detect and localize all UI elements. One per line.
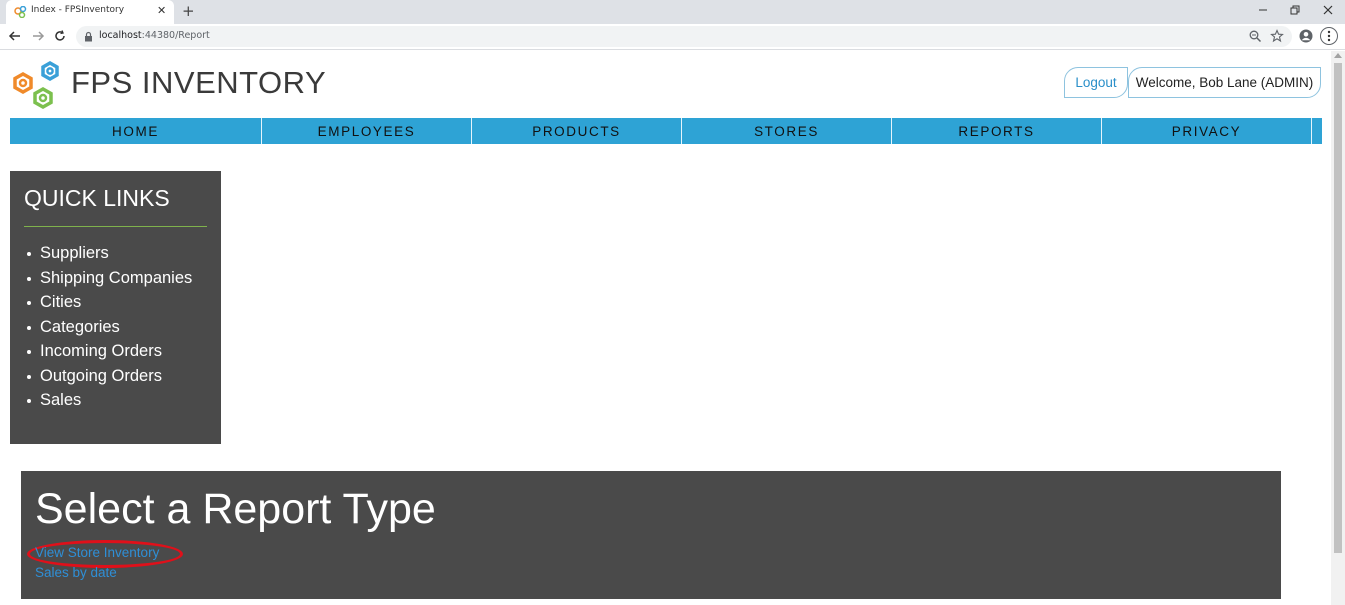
quick-link-label[interactable]: Outgoing Orders — [40, 367, 162, 385]
browser-toolbar: localhost:44380/Report — [0, 24, 1345, 50]
window-close-icon[interactable] — [1321, 3, 1335, 17]
quick-link-label[interactable]: Categories — [40, 318, 120, 336]
quick-link-incoming-orders[interactable]: Incoming Orders — [24, 340, 192, 365]
quick-link-categories[interactable]: Categories — [24, 316, 192, 341]
scroll-up-arrow-icon[interactable] — [1334, 53, 1342, 58]
scrollbar-thumb[interactable] — [1334, 63, 1342, 553]
sales-by-date-link[interactable]: Sales by date — [35, 565, 117, 580]
report-type-panel: Select a Report Type View Store Inventor… — [21, 471, 1281, 599]
favicon-icon — [14, 6, 27, 18]
nav-reports[interactable]: REPORTS — [892, 118, 1102, 144]
logout-button[interactable]: Logout — [1064, 67, 1128, 98]
view-store-inventory-link[interactable]: View Store Inventory — [35, 545, 159, 560]
quick-link-cities[interactable]: Cities — [24, 291, 192, 316]
tab-title: Index - FPSInventory — [31, 5, 125, 15]
nav-products[interactable]: PRODUCTS — [472, 118, 682, 144]
url-text: localhost:44380/Report — [99, 30, 210, 41]
quick-links-divider — [24, 226, 207, 227]
welcome-message: Welcome, Bob Lane (ADMIN) — [1128, 67, 1321, 98]
lock-icon — [85, 31, 92, 42]
browser-menu-icon[interactable] — [1320, 27, 1338, 45]
minimize-icon[interactable] — [1256, 3, 1270, 17]
new-tab-icon[interactable]: + — [182, 3, 195, 19]
quick-links-list: Suppliers Shipping Companies Cities Cate… — [24, 242, 192, 414]
bullet-icon — [27, 374, 31, 379]
quick-link-suppliers[interactable]: Suppliers — [24, 242, 192, 267]
quick-link-label[interactable]: Shipping Companies — [40, 269, 192, 287]
close-tab-icon[interactable]: ✕ — [157, 4, 166, 18]
nav-home[interactable]: HOME — [10, 118, 262, 144]
url-path: :44380/Report — [141, 30, 210, 41]
logo-icon — [13, 60, 59, 110]
forward-arrow-icon[interactable] — [31, 29, 45, 43]
report-panel-title: Select a Report Type — [35, 485, 436, 533]
quick-links-title: QUICK LINKS — [24, 185, 170, 211]
back-arrow-icon[interactable] — [8, 29, 22, 43]
quick-links-panel: QUICK LINKS Suppliers Shipping Companies… — [10, 171, 221, 444]
main-navbar: HOME EMPLOYEES PRODUCTS STORES REPORTS P… — [10, 118, 1322, 144]
quick-link-shipping-companies[interactable]: Shipping Companies — [24, 267, 192, 292]
nav-privacy[interactable]: PRIVACY — [1102, 118, 1312, 144]
browser-tab[interactable]: Index - FPSInventory ✕ — [6, 0, 174, 24]
bullet-icon — [27, 350, 31, 354]
quick-link-label[interactable]: Cities — [40, 293, 81, 311]
profile-icon[interactable] — [1299, 29, 1313, 43]
quick-link-label[interactable]: Incoming Orders — [40, 342, 162, 360]
bullet-icon — [27, 325, 31, 330]
bookmark-star-icon[interactable] — [1270, 29, 1284, 43]
zoom-icon[interactable] — [1248, 29, 1262, 43]
bullet-icon — [27, 301, 31, 305]
nav-employees[interactable]: EMPLOYEES — [262, 118, 472, 144]
quick-link-outgoing-orders[interactable]: Outgoing Orders — [24, 365, 192, 390]
vertical-scrollbar[interactable] — [1331, 51, 1345, 605]
quick-link-label[interactable]: Sales — [40, 391, 81, 409]
bullet-icon — [27, 276, 31, 281]
url-host: localhost — [99, 30, 142, 41]
restore-icon[interactable] — [1288, 3, 1302, 17]
site-brand-title[interactable]: FPS INVENTORY — [71, 65, 326, 101]
reload-icon[interactable] — [53, 29, 67, 43]
bullet-icon — [27, 252, 31, 256]
nav-stores[interactable]: STORES — [682, 118, 892, 144]
quick-link-sales[interactable]: Sales — [24, 389, 192, 414]
browser-tabstrip: Index - FPSInventory ✕ + — [0, 0, 1345, 24]
address-bar[interactable]: localhost:44380/Report — [76, 26, 1292, 47]
bullet-icon — [27, 399, 31, 403]
quick-link-label[interactable]: Suppliers — [40, 244, 109, 262]
